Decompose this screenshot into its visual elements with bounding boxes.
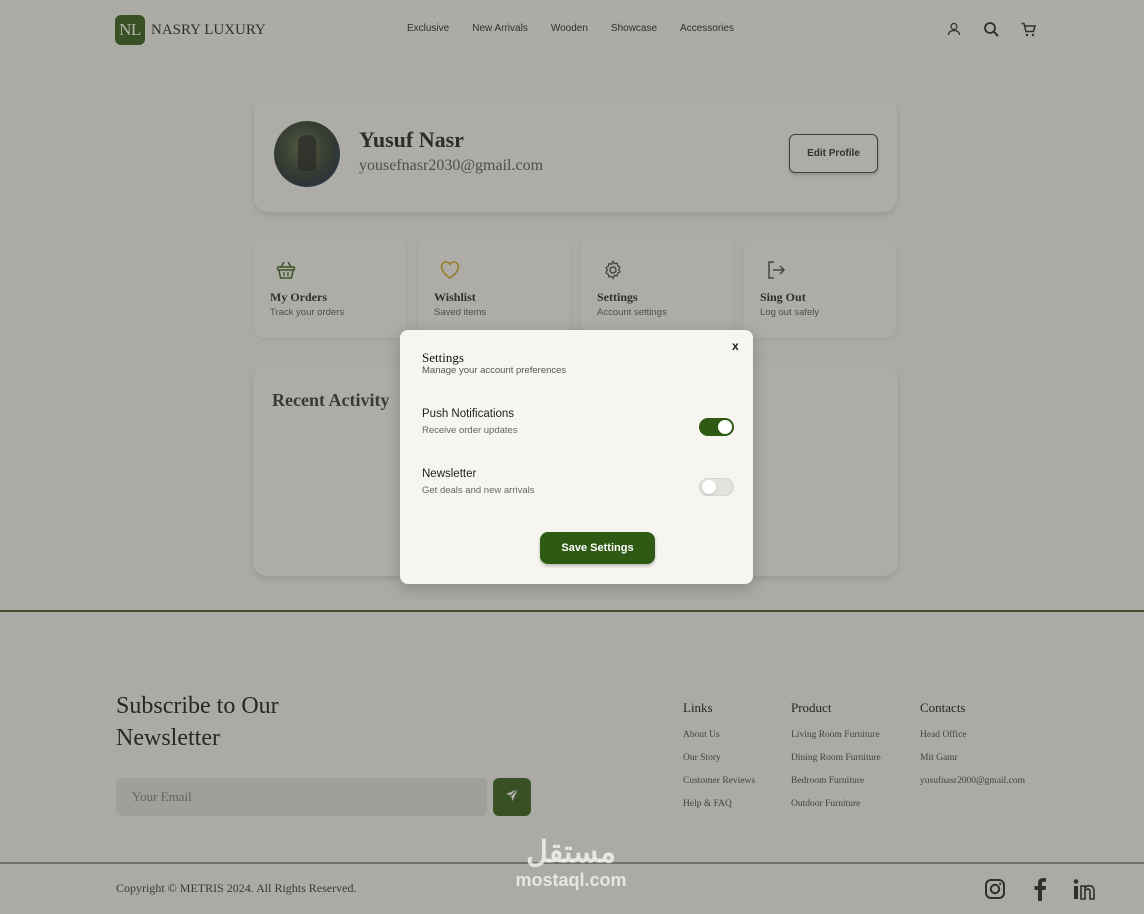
settings-modal: x Settings Manage your account preferenc… [400,330,753,584]
modal-subtitle: Manage your account preferences [422,365,567,376]
newsletter-description: Get deals and new arrivals [422,485,535,496]
push-notifications-toggle[interactable] [699,418,734,436]
toggle-knob [718,420,732,434]
newsletter-label: Newsletter [422,468,477,480]
save-settings-button[interactable]: Save Settings [540,532,655,564]
close-icon[interactable]: x [732,339,739,353]
newsletter-toggle[interactable] [699,478,734,496]
push-notifications-description: Receive order updates [422,425,518,436]
toggle-knob [702,480,716,494]
modal-title: Settings [422,350,464,365]
push-notifications-label: Push Notifications [422,408,515,420]
